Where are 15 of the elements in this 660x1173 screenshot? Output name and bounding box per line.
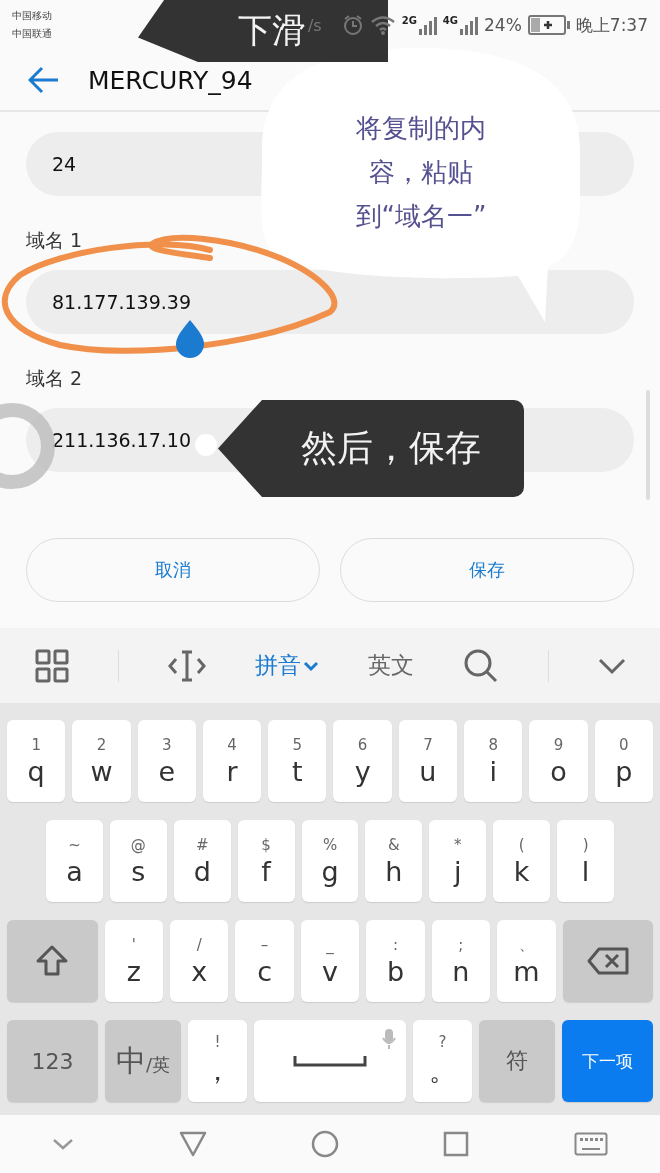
clock-time: 晚上7:37 xyxy=(575,13,648,37)
tooltip-text: 下滑 xyxy=(238,9,306,52)
page-title: MERCURY_94 xyxy=(88,65,253,95)
tooltip-text: 将复制的内 xyxy=(356,112,486,145)
network-type: 2G xyxy=(401,15,417,26)
tooltip-text: 容，粘贴 xyxy=(369,156,473,189)
field-label: 域名 2 xyxy=(26,366,83,391)
tooltip-text: 然后，保存 xyxy=(301,426,481,470)
tooltip-text: 到“域名一” xyxy=(355,200,487,233)
network-type: 4G xyxy=(442,15,458,26)
carrier-name: 中国联通 xyxy=(12,27,52,41)
network-speed: /s xyxy=(307,15,322,35)
field-label: 域名 1 xyxy=(26,228,83,253)
carrier-name: 中国移动 xyxy=(12,9,52,23)
battery-percent: 24% xyxy=(484,15,522,35)
